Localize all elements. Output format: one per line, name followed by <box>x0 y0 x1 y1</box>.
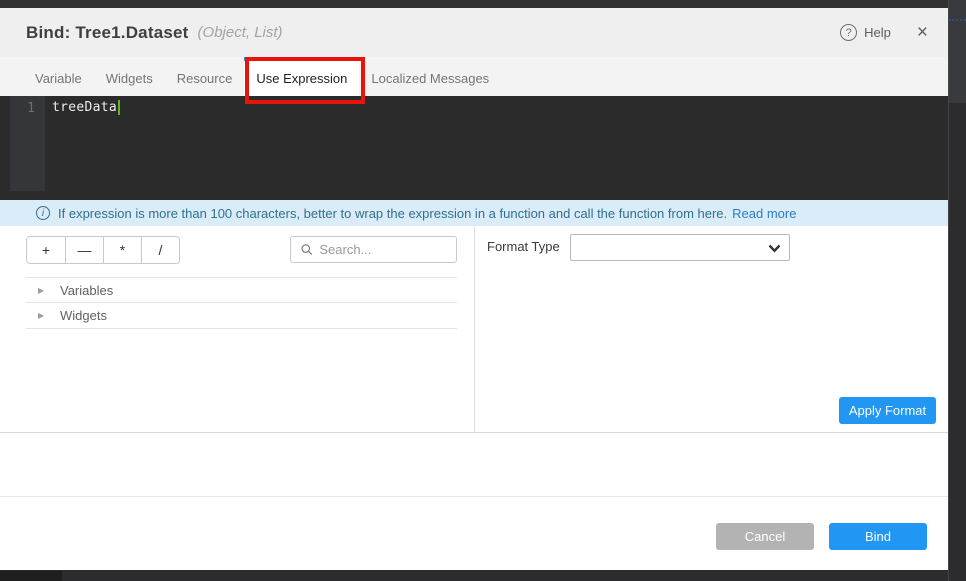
tab-bar: Variable Widgets Resource Use Expression… <box>0 57 948 96</box>
background-right-strip-upper <box>949 0 966 103</box>
expression-text: treeData <box>52 100 117 115</box>
info-bar: i If expression is more than 100 charact… <box>0 200 948 226</box>
dialog-title: Bind: Tree1.Dataset <box>26 23 189 43</box>
collapsed-triangle-icon[interactable]: ▶ <box>38 311 48 320</box>
tab-widgets[interactable]: Widgets <box>94 57 165 96</box>
tab-use-expression[interactable]: Use Expression <box>244 57 359 96</box>
format-panel: Format Type Apply Format <box>474 226 948 432</box>
dialog-titlebar: Bind: Tree1.Dataset (Object, List) ? Hel… <box>0 8 948 57</box>
tab-localized-messages[interactable]: Localized Messages <box>359 57 501 96</box>
text-cursor <box>118 100 120 115</box>
search-box <box>290 236 457 263</box>
bind-sources-tree: ▶ Variables ▶ Widgets <box>26 277 457 329</box>
format-type-label: Format Type <box>487 239 560 254</box>
expression-helpers-panel: + — * / ▶ Variables ▶ Widgets <box>0 226 474 432</box>
plus-operator-button[interactable]: + <box>27 237 65 263</box>
bind-dialog: Bind: Tree1.Dataset (Object, List) ? Hel… <box>0 8 948 570</box>
info-icon: i <box>36 206 50 220</box>
editor-line-number: 1 <box>10 101 35 116</box>
format-type-select[interactable] <box>570 234 790 261</box>
tree-item-label: Variables <box>60 283 113 298</box>
background-top-strip <box>0 0 966 8</box>
background-dotted-selection-line <box>949 19 966 21</box>
tab-resource[interactable]: Resource <box>165 57 245 96</box>
chevron-down-icon <box>768 244 781 253</box>
bind-button[interactable]: Bind <box>829 523 927 550</box>
dialog-content: + — * / ▶ Variables ▶ Widgets <box>0 226 948 433</box>
expression-code-editor[interactable]: 1 treeData <box>0 96 948 200</box>
tab-variable[interactable]: Variable <box>23 57 94 96</box>
search-icon <box>301 243 312 256</box>
collapsed-triangle-icon[interactable]: ▶ <box>38 286 48 295</box>
cancel-button[interactable]: Cancel <box>716 523 814 550</box>
help-icon[interactable]: ? <box>840 24 857 41</box>
read-more-link[interactable]: Read more <box>732 206 796 221</box>
empty-section <box>0 433 948 497</box>
multiply-operator-button[interactable]: * <box>103 237 141 263</box>
minus-operator-button[interactable]: — <box>65 237 103 263</box>
dialog-subtitle: (Object, List) <box>198 24 283 41</box>
search-input[interactable] <box>319 242 448 257</box>
background-bottom-strip <box>0 570 948 581</box>
close-icon[interactable]: × <box>917 23 928 42</box>
apply-format-button[interactable]: Apply Format <box>839 397 936 424</box>
editor-code-line: treeData <box>52 100 120 115</box>
tree-item-variables[interactable]: ▶ Variables <box>26 277 457 303</box>
help-label[interactable]: Help <box>864 25 891 40</box>
divide-operator-button[interactable]: / <box>141 237 179 263</box>
background-bottom-left-block <box>0 571 62 581</box>
operator-button-group: + — * / <box>26 236 180 264</box>
tree-item-widgets[interactable]: ▶ Widgets <box>26 303 457 329</box>
info-message: If expression is more than 100 character… <box>58 206 727 221</box>
dialog-footer: Cancel Bind <box>0 497 948 570</box>
titlebar-actions: ? Help × <box>840 23 928 42</box>
tree-item-label: Widgets <box>60 308 107 323</box>
